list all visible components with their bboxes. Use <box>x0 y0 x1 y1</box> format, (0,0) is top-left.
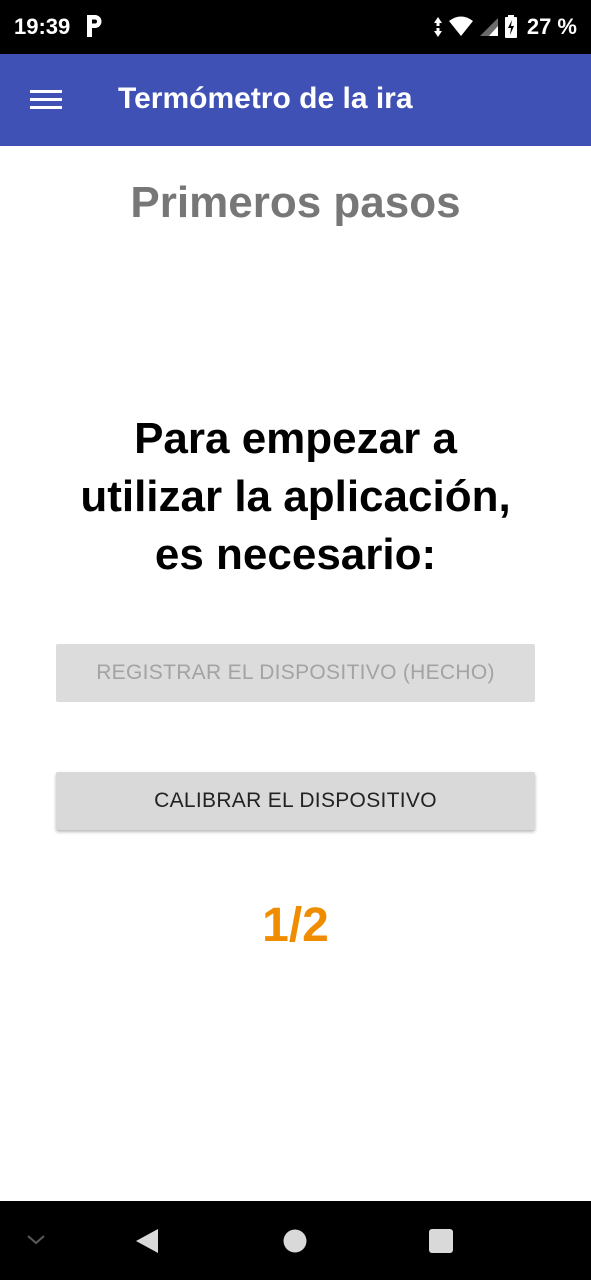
status-time: 19:39 <box>14 14 71 39</box>
intro-line: utilizar la aplicación, <box>80 472 511 521</box>
app-title: Termómetro de la ira <box>118 82 413 115</box>
register-device-button: REGISTRAR EL DISPOSITIVO (HECHO) <box>56 644 535 702</box>
back-icon[interactable] <box>134 1227 160 1255</box>
progress-counter: 1/2 <box>262 899 329 952</box>
home-icon[interactable] <box>283 1229 307 1253</box>
intro-line: Para empezar a <box>134 414 457 463</box>
status-icons: 27 % <box>433 12 577 42</box>
collapse-chevron-icon[interactable] <box>26 1233 46 1247</box>
page-title: Primeros pasos <box>130 178 461 227</box>
wifi-icon <box>448 16 473 36</box>
battery-charging-icon <box>504 15 517 38</box>
app-bar: Termómetro de la ira <box>0 54 591 146</box>
battery-percent: 27 % <box>526 14 577 39</box>
intro-text: Para empezar a utilizar la aplicación, e… <box>40 410 551 584</box>
navigation-bar <box>0 1201 591 1280</box>
intro-line: es necesario: <box>154 530 437 579</box>
parking-icon <box>87 15 102 37</box>
recents-icon[interactable] <box>428 1228 454 1254</box>
data-arrows-icon <box>433 17 442 37</box>
register-device-button-label: REGISTRAR EL DISPOSITIVO (HECHO) <box>96 661 495 684</box>
signal-icon <box>479 18 498 36</box>
calibrate-device-button-label: CALIBRAR EL DISPOSITIVO <box>154 789 437 812</box>
status-bar: 19:39 27 % <box>0 0 591 54</box>
hamburger-menu-icon[interactable] <box>22 80 70 120</box>
calibrate-device-button[interactable]: CALIBRAR EL DISPOSITIVO <box>56 772 535 830</box>
